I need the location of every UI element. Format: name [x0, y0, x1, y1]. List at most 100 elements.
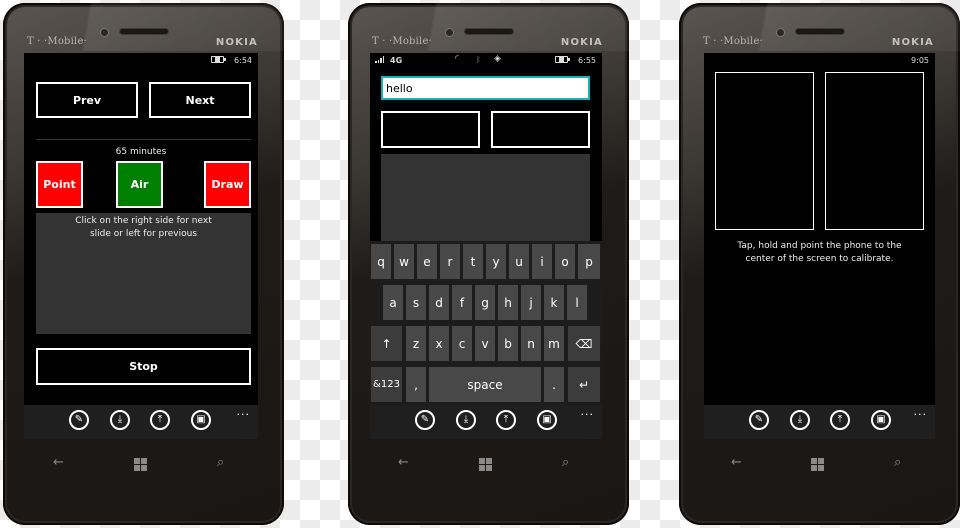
slide-touch-area[interactable]: Click on the right side for next slide o… [36, 213, 251, 334]
key-g[interactable]: g [475, 285, 495, 320]
mode-air-button[interactable]: Air [116, 161, 163, 208]
key-t[interactable]: t [463, 244, 483, 279]
windows-key-icon[interactable] [134, 458, 148, 472]
battery-icon [211, 56, 226, 63]
key-v[interactable]: v [475, 326, 495, 361]
windows-key-icon[interactable] [811, 458, 825, 472]
clock: 9:05 [911, 56, 929, 65]
download-icon[interactable]: ⤓ [110, 410, 130, 430]
earpiece [796, 29, 844, 34]
hardware-keys: ← ⌕ [679, 455, 960, 475]
window-icon[interactable]: ▣ [191, 410, 211, 430]
download-icon[interactable]: ⤓ [456, 410, 476, 430]
window-icon[interactable]: ▣ [537, 410, 557, 430]
hardware-keys: ← ⌕ [3, 455, 284, 475]
network-type: 4G [390, 56, 403, 65]
backspace-key[interactable]: ⌫ [568, 326, 600, 361]
brand-logo: NOKIA [215, 37, 258, 48]
more-menu-button[interactable]: ... [914, 405, 928, 418]
text-input[interactable]: hello [381, 76, 590, 100]
symbols-key[interactable]: &123 [371, 367, 402, 402]
key-o[interactable]: o [555, 244, 575, 279]
key-l[interactable]: l [567, 285, 587, 320]
phone-keyboard: T · ·Mobile· NOKIA 4G ◜ ᛒ ◈ 6:55 hello q… [348, 3, 629, 525]
brand-logo: NOKIA [891, 37, 934, 48]
carrier-logo: T · ·Mobile· [27, 36, 87, 47]
right-slot-button[interactable] [491, 111, 590, 148]
shift-key[interactable]: ↑ [371, 326, 402, 361]
key-r[interactable]: r [440, 244, 460, 279]
key-u[interactable]: u [509, 244, 529, 279]
edit-icon[interactable]: ✎ [415, 410, 435, 430]
key-z[interactable]: z [406, 326, 426, 361]
bluetooth-icon: ᛒ [476, 55, 481, 64]
key-x[interactable]: x [429, 326, 449, 361]
back-key-icon[interactable]: ← [398, 455, 409, 470]
phone-presenter: T · ·Mobile· NOKIA 6:54 Prev Next 65 min… [3, 3, 284, 525]
key-m[interactable]: m [544, 326, 564, 361]
back-key-icon[interactable]: ← [53, 455, 64, 470]
key-y[interactable]: y [486, 244, 506, 279]
space-key[interactable]: space [429, 367, 541, 402]
window-icon[interactable]: ▣ [871, 410, 891, 430]
front-camera [100, 28, 109, 37]
stop-button[interactable]: Stop [36, 348, 251, 385]
upload-icon[interactable]: ⤒ [830, 410, 850, 430]
edit-icon[interactable]: ✎ [69, 410, 89, 430]
key-i[interactable]: i [532, 244, 552, 279]
key-n[interactable]: n [521, 326, 541, 361]
period-key[interactable]: . [544, 367, 564, 402]
prev-button[interactable]: Prev [36, 82, 138, 118]
key-q[interactable]: q [371, 244, 391, 279]
phone-calibrate: T · ·Mobile· NOKIA 9:05 Tap, hold and po… [679, 3, 960, 525]
screen: 4G ◜ ᛒ ◈ 6:55 hello q w e r t y u i o p … [370, 53, 602, 439]
more-menu-button[interactable]: ... [237, 405, 251, 418]
comma-key[interactable]: , [406, 367, 426, 402]
carrier-logo: T · ·Mobile· [372, 36, 432, 47]
key-d[interactable]: d [429, 285, 449, 320]
key-s[interactable]: s [406, 285, 426, 320]
mode-draw-button[interactable]: Draw [204, 161, 251, 208]
right-calibration-panel[interactable] [825, 72, 924, 230]
upload-icon[interactable]: ⤒ [150, 410, 170, 430]
key-w[interactable]: w [394, 244, 414, 279]
key-a[interactable]: a [383, 285, 403, 320]
windows-key-icon[interactable] [479, 458, 493, 472]
download-icon[interactable]: ⤓ [790, 410, 810, 430]
edit-icon[interactable]: ✎ [749, 410, 769, 430]
text-input-value: hello [386, 81, 413, 95]
hardware-keys: ← ⌕ [348, 455, 629, 475]
carrier-logo: T · ·Mobile· [703, 36, 763, 47]
app-bar: ✎ ⤓ ⤒ ▣ ... [704, 405, 935, 439]
battery-icon [555, 56, 570, 63]
key-k[interactable]: k [544, 285, 564, 320]
front-camera [445, 28, 454, 37]
instruction-text: Click on the right side for next slide o… [75, 216, 212, 239]
key-b[interactable]: b [498, 326, 518, 361]
more-menu-button[interactable]: ... [581, 405, 595, 418]
left-slot-button[interactable] [381, 111, 480, 148]
status-bar: 6:54 [24, 53, 258, 67]
search-key-icon[interactable]: ⌕ [562, 455, 569, 470]
location-icon: ◈ [494, 54, 501, 64]
key-h[interactable]: h [498, 285, 518, 320]
next-button[interactable]: Next [149, 82, 251, 118]
key-e[interactable]: e [417, 244, 437, 279]
search-key-icon[interactable]: ⌕ [894, 455, 901, 470]
earpiece [465, 29, 513, 34]
screen: 6:54 Prev Next 65 minutes Point Air Draw… [24, 53, 258, 439]
left-calibration-panel[interactable] [715, 72, 814, 230]
key-p[interactable]: p [578, 244, 600, 279]
progress-divider [36, 139, 251, 140]
front-camera [776, 28, 785, 37]
key-j[interactable]: j [521, 285, 541, 320]
mode-point-button[interactable]: Point [36, 161, 83, 208]
status-bar: 9:05 [704, 53, 935, 67]
enter-key[interactable]: ↵ [568, 367, 600, 402]
key-c[interactable]: c [452, 326, 472, 361]
upload-icon[interactable]: ⤒ [496, 410, 516, 430]
screen: 9:05 Tap, hold and point the phone to th… [704, 53, 935, 439]
key-f[interactable]: f [452, 285, 472, 320]
back-key-icon[interactable]: ← [731, 455, 742, 470]
search-key-icon[interactable]: ⌕ [217, 455, 224, 470]
